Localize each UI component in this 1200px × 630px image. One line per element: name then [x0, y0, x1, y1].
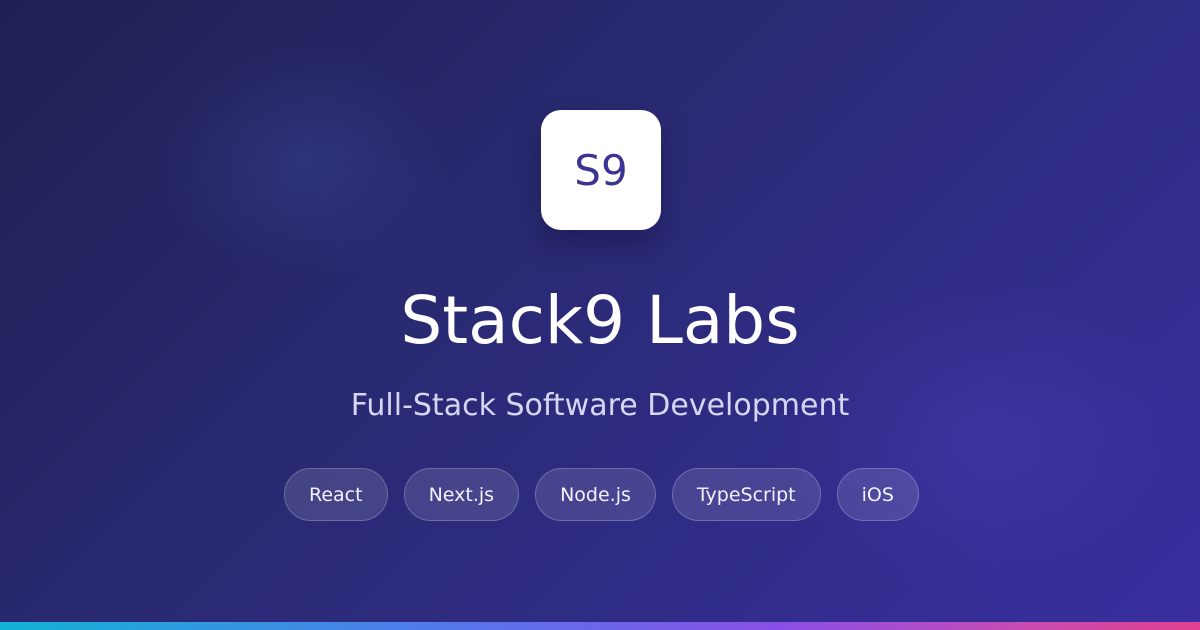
page-title: Stack9 Labs	[400, 282, 800, 359]
tag-ios: iOS	[836, 468, 919, 521]
tag-typescript: TypeScript	[671, 468, 821, 521]
tag-react: React	[284, 468, 388, 521]
logo: S9	[541, 110, 661, 230]
page-subtitle: Full-Stack Software Development	[350, 388, 850, 423]
tech-tag-list: React Next.js Node.js TypeScript iOS	[284, 468, 919, 521]
tag-nodejs: Node.js	[535, 468, 656, 521]
tag-nextjs: Next.js	[403, 468, 520, 521]
background-glow-left	[150, 40, 450, 280]
logo-text: S9	[574, 145, 628, 195]
accent-gradient-bar	[0, 622, 1200, 630]
